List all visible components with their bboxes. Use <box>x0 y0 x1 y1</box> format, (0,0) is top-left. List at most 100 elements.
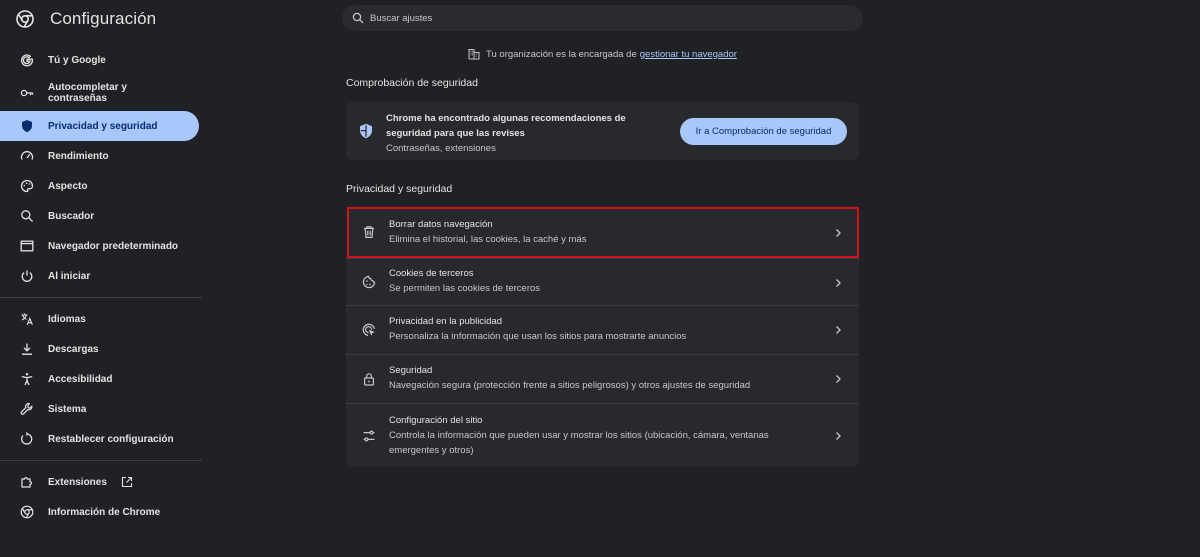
key-icon <box>20 86 34 100</box>
row-title: Borrar datos navegación <box>389 219 493 230</box>
safety-check-text: Chrome ha encontrado algunas recomendaci… <box>386 111 626 156</box>
sidebar-item-label: Idiomas <box>48 313 86 325</box>
sidebar-item-languages[interactable]: Idiomas <box>0 304 199 334</box>
lock-icon <box>362 372 376 386</box>
open-external-icon[interactable] <box>121 476 133 488</box>
sidebar-item-accessibility[interactable]: Accesibilidad <box>0 364 199 394</box>
sidebar-item-label: Extensiones <box>48 476 107 488</box>
sidebar-item-label: Restablecer configuración <box>48 433 174 445</box>
chevron-right-icon <box>833 374 843 384</box>
sidebar-item-privacy[interactable]: Privacidad y seguridad <box>0 111 199 141</box>
sidebar-item-label: Aspecto <box>48 180 88 192</box>
sidebar-item-label: Autocompletar y contraseñas <box>48 82 127 104</box>
shield-check-icon <box>359 123 373 139</box>
ads-target-icon <box>362 323 376 337</box>
sidebar-item-autofill[interactable]: Autocompletar y contraseñas <box>0 75 199 111</box>
chrome-info-icon <box>20 505 34 519</box>
search-input[interactable] <box>370 12 863 24</box>
sidebar-item-downloads[interactable]: Descargas <box>0 334 199 364</box>
browser-window-icon <box>20 239 34 253</box>
safety-check-card: Chrome ha encontrado algunas recomendaci… <box>346 102 859 160</box>
sidebar-item-default-browser[interactable]: Navegador predeterminado <box>0 231 199 261</box>
safety-check-subtitle: Contraseñas, extensiones <box>386 143 496 154</box>
managed-by-organization-notice: Tu organización es la encargada de gesti… <box>342 48 863 60</box>
sidebar-item-label: Descargas <box>48 343 99 355</box>
wrench-icon <box>20 402 34 416</box>
sidebar-item-extensions[interactable]: Extensiones <box>0 467 199 497</box>
row-subtitle-continued: emergentes y otros) <box>389 445 474 456</box>
download-icon <box>20 342 34 356</box>
settings-app: Configuración Tú y Google Autocompletar … <box>0 0 1200 557</box>
ad-privacy-row[interactable]: Privacidad en la publicidad Personaliza … <box>346 306 859 354</box>
sidebar-item-appearance[interactable]: Aspecto <box>0 171 199 201</box>
sidebar-item-label: Al iniciar <box>48 270 91 282</box>
row-text: Cookies de terceros Se permiten las cook… <box>389 266 819 296</box>
search-bar[interactable] <box>342 5 863 31</box>
third-party-cookies-row[interactable]: Cookies de terceros Se permiten las cook… <box>346 259 859 306</box>
sidebar-item-reset[interactable]: Restablecer configuración <box>0 424 199 454</box>
cookie-icon <box>362 275 376 289</box>
row-title: Configuración del sitio <box>389 415 483 426</box>
manage-browser-link[interactable]: gestionar tu navegador <box>640 49 737 60</box>
row-text: Privacidad en la publicidad Personaliza … <box>389 314 819 344</box>
search-icon <box>352 12 364 24</box>
site-settings-row[interactable]: Configuración del sitio Controla la info… <box>346 404 859 467</box>
app-header: Configuración <box>16 8 156 30</box>
sidebar-item-label: Accesibilidad <box>48 373 113 385</box>
search-icon <box>20 209 34 223</box>
row-title: Privacidad en la publicidad <box>389 316 503 327</box>
row-subtitle: Se permiten las cookies de terceros <box>389 283 541 294</box>
org-notice-text: Tu organización es la encargada de <box>486 48 637 60</box>
row-subtitle: Personaliza la información que usan los … <box>389 331 687 342</box>
security-row[interactable]: Seguridad Navegación segura (protección … <box>346 355 859 403</box>
chevron-right-icon <box>833 228 843 238</box>
sidebar-item-you-and-google[interactable]: Tú y Google <box>0 45 199 75</box>
row-title: Seguridad <box>389 365 433 376</box>
translate-icon <box>20 312 34 326</box>
sidebar-item-on-startup[interactable]: Al iniciar <box>0 261 199 291</box>
tune-icon <box>362 429 376 443</box>
page-title: Configuración <box>50 9 157 28</box>
sidebar-item-label: Navegador predeterminado <box>48 240 179 252</box>
power-icon <box>20 269 34 283</box>
sidebar-item-label: Información de Chrome <box>48 506 161 518</box>
google-g-icon <box>20 53 34 67</box>
privacy-section-title: Privacidad y seguridad <box>346 183 453 195</box>
shield-icon <box>20 119 34 133</box>
trash-icon <box>362 225 376 239</box>
sidebar-item-label: Tú y Google <box>48 54 106 66</box>
row-text: Borrar datos navegación Elimina el histo… <box>389 217 819 247</box>
sidebar: Tú y Google Autocompletar y contraseñas … <box>0 45 202 527</box>
sidebar-item-system[interactable]: Sistema <box>0 394 199 424</box>
reset-icon <box>20 432 34 446</box>
sidebar-item-label: Sistema <box>48 403 87 415</box>
puzzle-icon <box>20 475 34 489</box>
privacy-settings-card: Borrar datos navegación Elimina el histo… <box>346 207 859 467</box>
sidebar-item-label: Buscador <box>48 210 95 222</box>
chrome-logo-icon <box>16 10 34 28</box>
sidebar-item-search-engine[interactable]: Buscador <box>0 201 199 231</box>
sidebar-item-performance[interactable]: Rendimiento <box>0 141 199 171</box>
sidebar-item-label: Privacidad y seguridad <box>48 120 158 132</box>
row-text: Seguridad Navegación segura (protección … <box>389 363 819 393</box>
sidebar-divider <box>0 297 202 298</box>
safety-check-message-line1: Chrome ha encontrado algunas recomendaci… <box>386 113 626 124</box>
row-subtitle: Navegación segura (protección frente a s… <box>389 380 751 391</box>
clear-browsing-data-row[interactable]: Borrar datos navegación Elimina el histo… <box>346 207 859 258</box>
chevron-right-icon <box>833 278 843 288</box>
sidebar-divider <box>0 460 202 461</box>
row-subtitle: Elimina el historial, las cookies, la ca… <box>389 234 587 245</box>
row-text: Configuración del sitio Controla la info… <box>389 413 819 458</box>
safety-check-section-title: Comprobación de seguridad <box>346 77 478 89</box>
speedometer-icon <box>20 149 34 163</box>
chevron-right-icon <box>833 431 843 441</box>
row-title: Cookies de terceros <box>389 268 474 279</box>
safety-check-message-line2: seguridad para que las revises <box>386 128 525 139</box>
sidebar-item-about-chrome[interactable]: Información de Chrome <box>0 497 199 527</box>
palette-icon <box>20 179 34 193</box>
chevron-right-icon <box>833 325 843 335</box>
go-to-safety-check-button[interactable]: Ir a Comprobación de seguridad <box>680 118 847 145</box>
building-icon <box>468 48 480 60</box>
sidebar-item-label: Rendimiento <box>48 150 109 162</box>
row-subtitle: Controla la información que pueden usar … <box>389 430 769 441</box>
